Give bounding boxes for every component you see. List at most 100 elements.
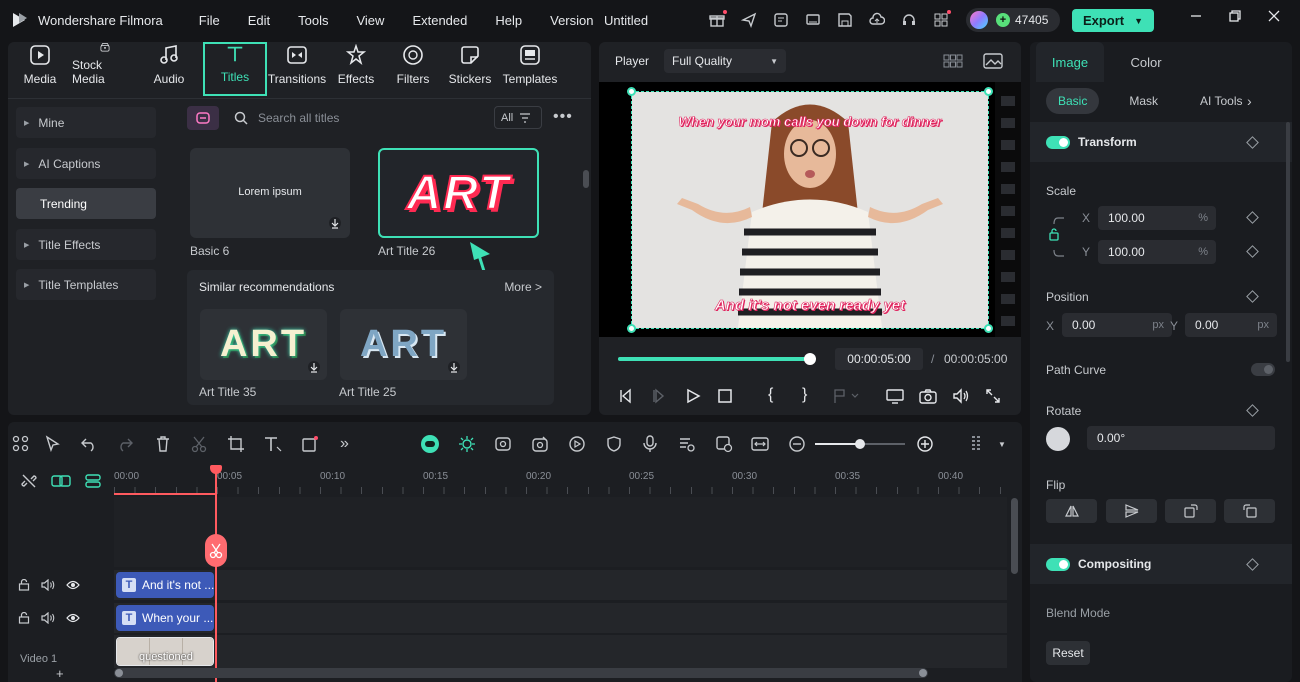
keyframe-icon[interactable] <box>1246 290 1259 303</box>
select-tool-icon[interactable] <box>44 435 62 453</box>
menu-view[interactable]: View <box>342 13 398 28</box>
aspect-lock-icon[interactable] <box>1048 214 1072 260</box>
tab-media[interactable]: Media <box>8 42 72 96</box>
ai-title-button[interactable] <box>187 106 219 130</box>
more-options-icon[interactable]: ••• <box>553 108 573 126</box>
tab-color[interactable]: Color <box>1112 42 1180 82</box>
search-bar[interactable]: Search all titles <box>228 106 478 130</box>
tab-audio[interactable]: Audio <box>138 42 200 96</box>
play-icon[interactable] <box>685 388 701 404</box>
menu-edit[interactable]: Edit <box>234 13 284 28</box>
monitor-icon[interactable] <box>886 388 904 404</box>
vertical-scrollbar[interactable] <box>583 170 589 188</box>
timeline-ruler[interactable] <box>114 466 1020 495</box>
subtab-mask[interactable]: Mask <box>1117 88 1170 114</box>
chevron-down-icon[interactable]: ▼ <box>998 440 1006 449</box>
title-card-art-title-26[interactable]: ART <box>378 148 539 238</box>
download-icon[interactable] <box>328 216 342 230</box>
microphone-icon[interactable] <box>641 435 659 453</box>
keyframe-icon[interactable] <box>1246 245 1259 258</box>
playhead[interactable] <box>215 468 217 682</box>
progress-knob[interactable] <box>804 353 816 365</box>
mark-in-icon[interactable]: { <box>768 386 773 404</box>
avatar[interactable] <box>970 11 988 29</box>
more-link[interactable]: More > <box>504 280 542 294</box>
next-frame-icon[interactable] <box>651 388 667 404</box>
flip-vertical-button[interactable] <box>1106 499 1157 523</box>
preview-canvas[interactable]: When your mom calls you down for dinner … <box>599 82 1021 337</box>
unlink-icon[interactable] <box>21 473 37 489</box>
menu-extended[interactable]: Extended <box>398 13 481 28</box>
add-track-button[interactable]: + <box>56 666 64 681</box>
audio-stretch-icon[interactable] <box>678 435 696 453</box>
title-card-basic-6[interactable]: Lorem ipsum <box>190 148 350 238</box>
chevron-right-icon[interactable]: › <box>1247 93 1252 109</box>
mark-out-icon[interactable]: } <box>802 386 807 404</box>
subtab-basic[interactable]: Basic <box>1046 88 1100 114</box>
resize-handle[interactable] <box>984 87 993 96</box>
scale-x-input[interactable]: 100.00% <box>1098 206 1216 230</box>
feedback-icon[interactable] <box>770 9 792 31</box>
delete-icon[interactable] <box>154 435 172 453</box>
panel-scrollbar[interactable] <box>1286 122 1290 362</box>
grid-view-icon[interactable] <box>943 54 963 68</box>
track-grid-icon[interactable] <box>970 435 984 453</box>
shield-icon[interactable] <box>605 435 623 453</box>
shape-tool-icon[interactable] <box>301 435 319 453</box>
scale-y-input[interactable]: 100.00% <box>1098 240 1216 264</box>
minimize-icon[interactable] <box>1190 10 1202 22</box>
subtab-ai-tools[interactable]: AI Tools <box>1188 88 1254 114</box>
stop-icon[interactable] <box>717 388 733 404</box>
export-button[interactable]: Export ▼ <box>1072 9 1154 32</box>
filter-dropdown[interactable]: All <box>494 106 542 129</box>
scissors-cut-button[interactable] <box>205 534 227 567</box>
title-clip[interactable]: T And it's not ... <box>116 572 214 598</box>
fit-timeline-icon[interactable] <box>751 435 769 453</box>
insert-marker-icon[interactable] <box>832 388 860 404</box>
close-icon[interactable] <box>1268 10 1280 22</box>
maximize-icon[interactable] <box>1229 10 1241 22</box>
sidebar-item-title-templates[interactable]: ▶ Title Templates <box>16 269 156 300</box>
reset-button[interactable]: Reset <box>1046 641 1090 665</box>
headset-icon[interactable] <box>898 9 920 31</box>
download-icon[interactable] <box>447 360 461 374</box>
display-icon[interactable] <box>802 9 824 31</box>
tab-templates[interactable]: Templates <box>499 42 561 96</box>
quality-dropdown[interactable]: Full Quality ▼ <box>664 49 786 73</box>
playback-progress-track[interactable] <box>618 357 810 361</box>
tab-image[interactable]: Image <box>1036 42 1104 82</box>
tab-titles[interactable]: Titles <box>203 42 267 96</box>
keyframe-icon[interactable] <box>1246 136 1259 149</box>
compositing-section-header[interactable]: Compositing <box>1030 544 1292 584</box>
previous-frame-icon[interactable] <box>618 388 634 404</box>
resize-handle[interactable] <box>627 87 636 96</box>
gift-icon[interactable] <box>706 9 728 31</box>
text-tool-icon[interactable] <box>263 435 283 453</box>
menu-version[interactable]: Version <box>536 13 607 28</box>
title-clip[interactable]: T When your ... <box>116 605 214 631</box>
sidebar-item-trending[interactable]: Trending <box>16 188 156 219</box>
position-x-input[interactable]: 0.00 px <box>1062 313 1172 337</box>
volume-icon[interactable] <box>952 388 970 404</box>
sidebar-item-title-effects[interactable]: ▶ Title Effects <box>16 229 156 260</box>
transform-section-header[interactable]: Transform <box>1030 122 1292 162</box>
redo-icon[interactable] <box>116 435 134 453</box>
tab-stock-media[interactable]: Stock Media <box>72 42 138 96</box>
compositing-toggle[interactable] <box>1046 557 1070 571</box>
speed-icon[interactable] <box>568 435 586 453</box>
menu-file[interactable]: File <box>185 13 234 28</box>
track-manager-icon[interactable] <box>84 473 102 489</box>
credits-badge[interactable]: + 47405 <box>966 8 1060 32</box>
link-icon[interactable] <box>51 474 71 488</box>
camera-icon[interactable] <box>919 388 937 404</box>
save-icon[interactable] <box>834 9 856 31</box>
lock-icon[interactable] <box>18 612 30 624</box>
tab-effects[interactable]: Effects <box>327 42 385 96</box>
smart-cutout-icon[interactable] <box>531 435 549 453</box>
split-icon[interactable] <box>190 435 208 453</box>
keyframe-icon[interactable] <box>1246 404 1259 417</box>
selection-box[interactable] <box>631 91 989 329</box>
current-time-field[interactable]: 00:00:05:00 <box>835 348 923 370</box>
send-icon[interactable] <box>738 9 760 31</box>
more-tools-icon[interactable]: » <box>340 435 349 453</box>
